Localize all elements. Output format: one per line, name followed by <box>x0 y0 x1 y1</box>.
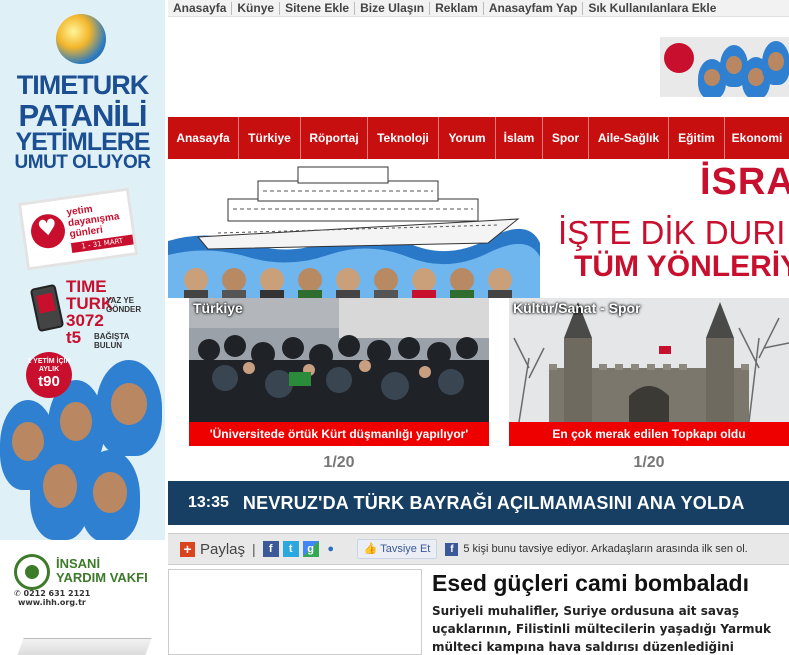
topkapi-photo[interactable] <box>509 298 789 422</box>
share-separator: | <box>252 541 256 557</box>
sms-instructions: TIME TURK YAZ YE GÖNDER 3072 t5 BAĞIŞTA … <box>66 278 141 350</box>
share-label[interactable]: Paylaş <box>200 541 245 558</box>
left-skyscraper-ad[interactable]: TIMETURK PATANİLİ YETİMLERE UMUT OLUYOR … <box>0 0 165 540</box>
slider-caption[interactable]: En çok merak edilen Topkapı oldu <box>509 422 789 446</box>
ship-illustration <box>168 166 540 298</box>
headline-banner[interactable]: İSRAİ İŞTE DİK DURI TÜM YÖNLERİYLE <box>168 159 789 298</box>
ihh-name-line2: YARDIM VAKFI <box>56 570 148 585</box>
slider-counter: 1/20 <box>323 454 355 471</box>
google-icon[interactable]: g <box>302 541 319 557</box>
ihh-logo-ad[interactable]: İNSANİ YARDIM VAKFI ✆ 0212 631 2121 www.… <box>0 545 165 607</box>
sms-side-text2: BAĞIŞTA BULUN <box>94 332 130 350</box>
slider-category[interactable]: Türkiye <box>193 300 243 316</box>
event-title: yetim dayanışma günleri <box>65 203 121 241</box>
header-ad-banner[interactable] <box>660 37 789 97</box>
top-link-advertising[interactable]: Reklam <box>430 1 484 15</box>
globe-icon <box>56 14 106 64</box>
nav-item-yorum[interactable]: Yorum <box>439 117 496 159</box>
facebook-icon[interactable]: f <box>262 541 279 557</box>
ihh-name-line1: İNSANİ <box>56 556 101 571</box>
heart-logo-icon <box>28 211 68 251</box>
slider-counter: 1/20 <box>633 454 665 471</box>
badge-price: t90 <box>38 373 60 390</box>
protest-photo[interactable] <box>189 298 489 422</box>
thumbs-up-icon: 👍 <box>363 543 378 555</box>
sms-price: t5 <box>66 328 82 347</box>
twitter-icon[interactable]: t <box>282 541 299 557</box>
share-bar: + Paylaş | f t g ● 👍 Tavsiye Et f 5 kişi… <box>168 533 789 565</box>
article-summary: Suriyeli muhalifler, Suriye ordusuna ait… <box>432 604 772 654</box>
main-nav: Anasayfa Türkiye Röportaj Teknoloji Yoru… <box>168 117 789 159</box>
children-photo <box>0 360 165 540</box>
top-link-contact[interactable]: Bize Ulaşın <box>355 1 431 15</box>
nav-item-islam[interactable]: İslam <box>496 117 543 159</box>
breaking-news-bar: 13:35 NEVRUZ'DA TÜRK BAYRAĞI AÇILMAMASIN… <box>168 481 789 525</box>
banner-title: İSRAİ <box>700 161 789 203</box>
nav-item-anasayfa[interactable]: Anasayfa <box>168 117 239 159</box>
top-link-favorites[interactable]: Sık Kullanılanlara Ekle <box>583 1 721 15</box>
ihh-name: İNSANİ YARDIM VAKFI <box>56 557 160 585</box>
share-plus-icon[interactable]: + <box>180 541 195 557</box>
top-link-kunye[interactable]: Künye <box>232 1 281 15</box>
breaking-time: 13:35 <box>188 494 229 511</box>
sms-side-text: YAZ YE GÖNDER <box>106 296 142 314</box>
top-link-home[interactable]: Anasayfa <box>168 1 233 15</box>
news-slider-right: Kültür/Sanat - Spor En çok merak edilen … <box>509 298 789 473</box>
top-link-set-homepage[interactable]: Anasayfam Yap <box>484 1 584 15</box>
ad-headline-line3: UMUT OLUYOR <box>14 152 151 173</box>
nav-item-roportaj[interactable]: Röportaj <box>301 117 368 159</box>
newspaper-graphic <box>16 638 152 655</box>
slider-caption[interactable]: 'Üniversitede örtük Kürt düşmanlığı yapı… <box>189 422 489 446</box>
heart-logo-icon <box>664 43 694 73</box>
phone-icon: ✆ <box>14 589 21 598</box>
nav-item-spor[interactable]: Spor <box>543 117 589 159</box>
article-image[interactable] <box>168 569 422 655</box>
ihh-contact: ✆ 0212 631 2121 www.ihh.org.tr <box>14 589 164 607</box>
ihh-web: www.ihh.org.tr <box>18 598 86 607</box>
nav-item-ekonomi[interactable]: Ekonomi <box>725 117 789 159</box>
recommend-count-text: 5 kişi bunu tavsiye ediyor. Arkadaşların… <box>463 543 748 555</box>
nav-item-egitim[interactable]: Eğitim <box>669 117 725 159</box>
top-link-add-to-site[interactable]: Sitene Ekle <box>280 1 356 15</box>
recommend-label: Tavsiye Et <box>380 543 431 555</box>
article-title[interactable]: Esed güçleri cami bombaladı <box>432 570 789 597</box>
banner-subtitle: İŞTE DİK DURI <box>558 214 786 251</box>
nav-item-turkiye[interactable]: Türkiye <box>239 117 301 159</box>
top-links-bar: Anasayfa Künye Sitene Ekle Bize Ulaşın R… <box>168 0 789 17</box>
recommend-button[interactable]: 👍 Tavsiye Et <box>356 539 438 559</box>
ihh-phone: 0212 631 2121 <box>23 589 91 598</box>
mobile-phone-icon <box>29 283 65 333</box>
price-badge: 1 YETİM İÇİN AYLIK t90 <box>26 352 72 398</box>
nav-item-aile-saglik[interactable]: Aile-Sağlık <box>589 117 669 159</box>
news-slider-left: Türkiye 'Üniversitede örtük Kürt düşmanl… <box>189 298 489 473</box>
badge-top-text: 1 YETİM İÇİN AYLIK <box>27 358 71 373</box>
ad-brand: TIMETURK <box>16 70 149 100</box>
nav-item-teknoloji[interactable]: Teknoloji <box>368 117 439 159</box>
friends-icon[interactable]: ● <box>322 541 339 557</box>
ihh-seal-icon <box>14 554 50 590</box>
breaking-headline[interactable]: NEVRUZ'DA TÜRK BAYRAĞI AÇILMAMASINI ANA … <box>243 493 745 514</box>
banner-tagline: TÜM YÖNLERİYLE <box>574 250 789 283</box>
facebook-small-icon: f <box>445 542 459 556</box>
slider-category[interactable]: Kültür/Sanat - Spor <box>513 300 641 316</box>
event-card: yetim dayanışma günleri 1 - 31 MART 2013 <box>17 187 139 271</box>
